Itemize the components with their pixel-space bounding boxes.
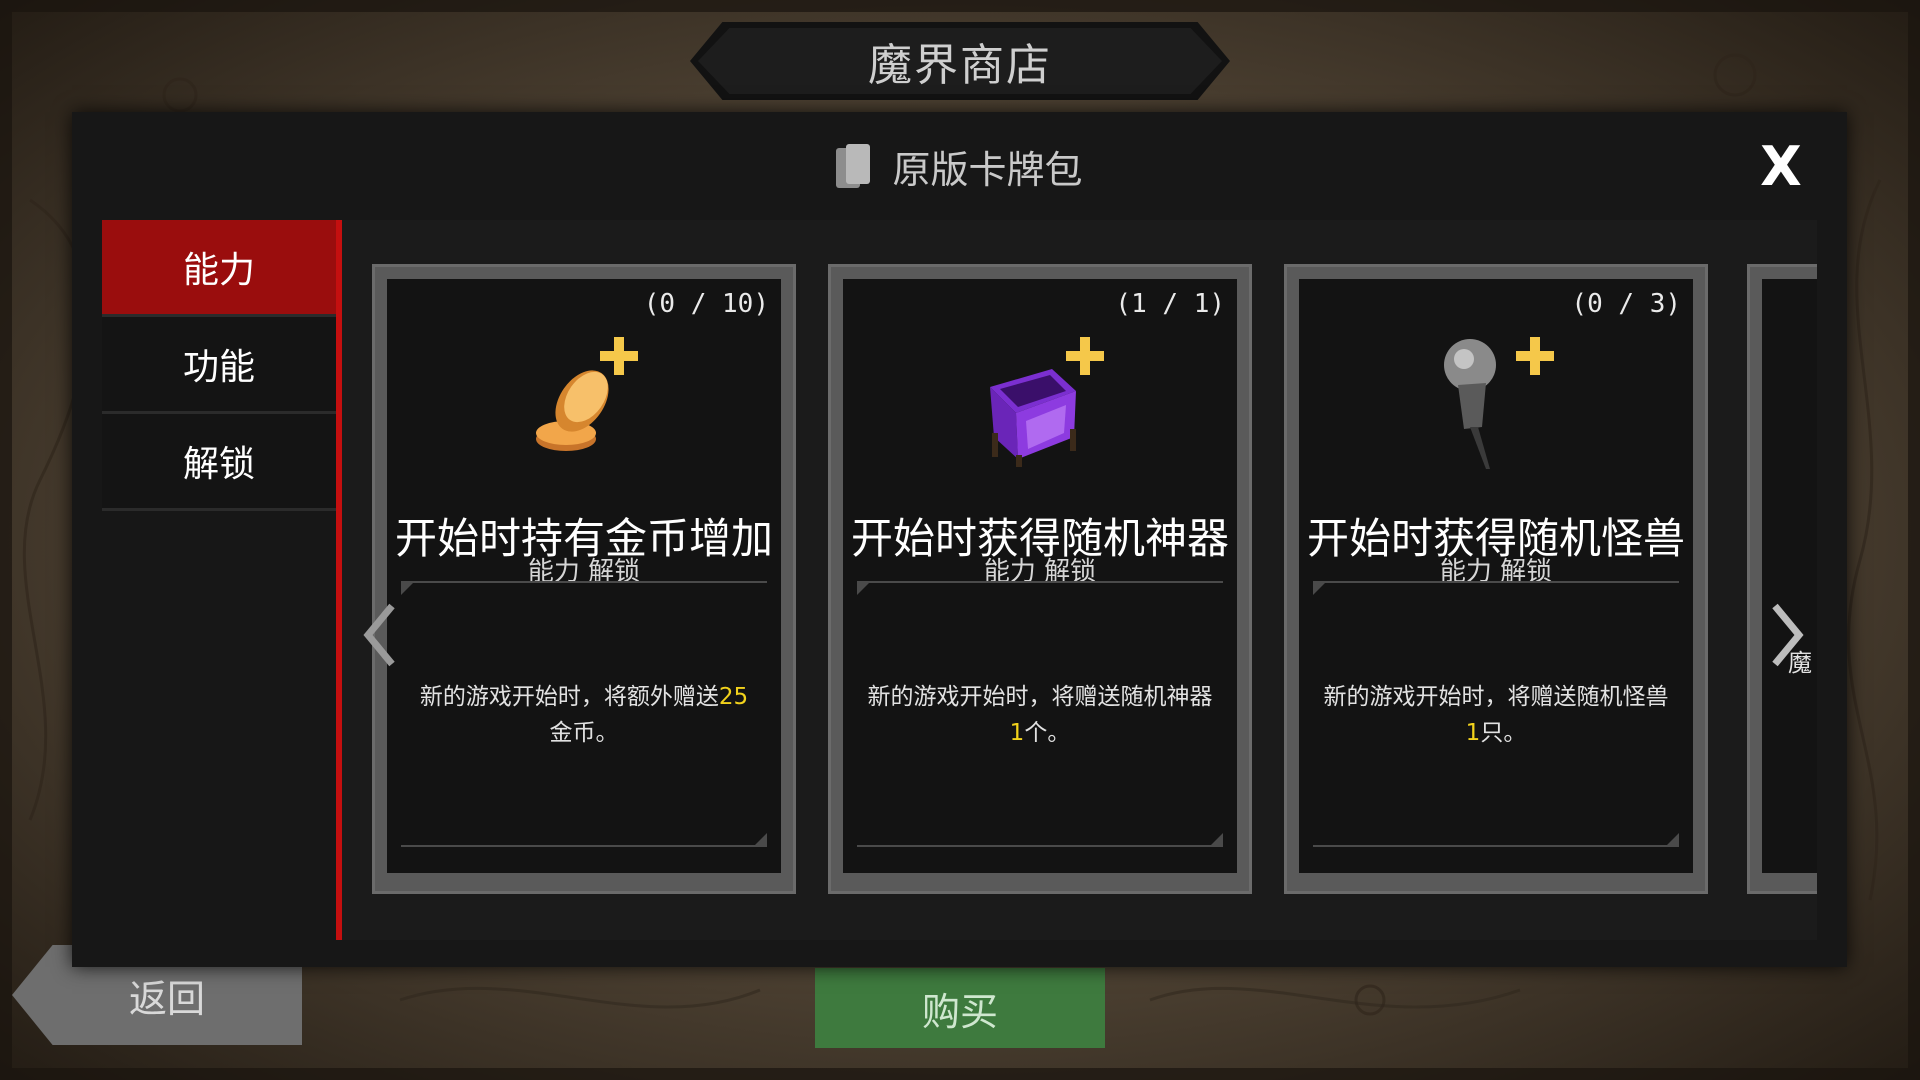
tab-ability[interactable]: 能力	[102, 220, 336, 317]
card-pack-panel: 原版卡牌包 X 能力 功能 解锁 (0 / 10) 开始时持有金币增加 能力 解…	[72, 112, 1847, 967]
close-button[interactable]: X	[1751, 135, 1811, 198]
shop-card[interactable]: (0 / 10) 开始时持有金币增加 能力 解锁 新的游戏开始时，将额外赠送25…	[372, 264, 796, 894]
gold-coin-plus-icon	[536, 337, 638, 451]
tab-function[interactable]: 功能	[102, 317, 336, 414]
card-description-box: 新的游戏开始时，将赠送随机怪兽1只。	[1313, 581, 1679, 847]
shop-title: 魔界商店	[868, 40, 1052, 91]
tab-unlock[interactable]: 解锁	[102, 414, 336, 511]
shop-card[interactable]: (0 / 3) 开始时获得随机怪兽 能力 解锁 新的游戏开始时，将赠送随机怪兽1…	[1284, 264, 1708, 894]
pin-plus-icon	[1444, 337, 1554, 469]
buy-button[interactable]: 购买	[815, 968, 1105, 1048]
card-body: (1 / 1) 开始时获得随机神器 能力 解锁 新的游戏开始时，将赠送随机神器1…	[843, 279, 1237, 873]
card-description: 新的游戏开始时，将赠送随机神器1个。	[867, 684, 1213, 746]
chevron-right-icon[interactable]	[1767, 600, 1807, 670]
card-list: (0 / 10) 开始时持有金币增加 能力 解锁 新的游戏开始时，将额外赠送25…	[342, 220, 1817, 940]
card-description-box: 新的游戏开始时，将赠送随机神器1个。	[857, 581, 1223, 847]
card-body: (0 / 3) 开始时获得随机怪兽 能力 解锁 新的游戏开始时，将赠送随机怪兽1…	[1299, 279, 1693, 873]
card-description: 新的游戏开始时，将额外赠送25金币。	[419, 684, 749, 746]
panel-title: 原版卡牌包	[892, 147, 1083, 192]
category-sidebar: 能力 功能 解锁	[102, 220, 336, 511]
shop-card[interactable]: (1 / 1) 开始时获得随机神器 能力 解锁 新的游戏开始时，将赠送随机神器1…	[828, 264, 1252, 894]
panel-header: 原版卡牌包	[72, 112, 1847, 220]
card-body: 魔	[1762, 279, 1817, 873]
card-purchase-count: (0 / 10)	[643, 289, 769, 319]
shop-card-partial[interactable]: 魔	[1747, 264, 1817, 894]
card-pack-icon	[836, 144, 871, 188]
card-description-box: 新的游戏开始时，将额外赠送25金币。	[401, 581, 767, 847]
purple-chest-plus-icon	[990, 337, 1104, 467]
card-purchase-count: (1 / 1)	[1115, 289, 1225, 319]
shop-title-banner: 魔界商店	[690, 22, 1230, 100]
chevron-left-icon[interactable]	[360, 600, 400, 670]
card-description: 新的游戏开始时，将赠送随机怪兽1只。	[1323, 684, 1669, 746]
card-purchase-count: (0 / 3)	[1571, 289, 1681, 319]
card-body: (0 / 10) 开始时持有金币增加 能力 解锁 新的游戏开始时，将额外赠送25…	[387, 279, 781, 873]
